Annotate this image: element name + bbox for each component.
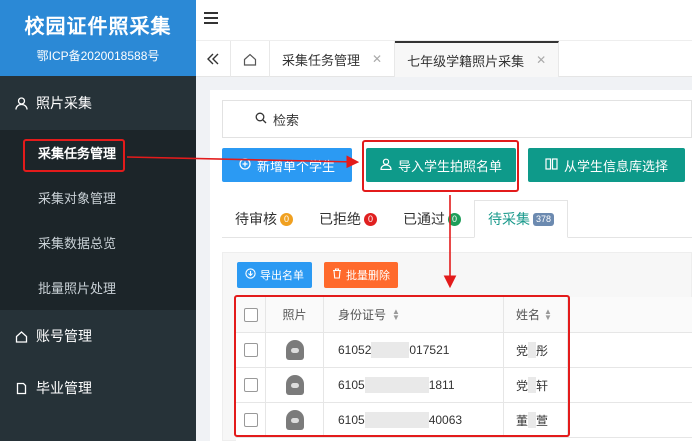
sidebar: 校园证件照采集 鄂ICP备2020018588号 照片采集 采集任务管理 采集对… bbox=[0, 0, 196, 441]
select-from-db-label: 从学生信息库选择 bbox=[563, 158, 668, 174]
status-tab-label: 待采集 bbox=[488, 211, 530, 227]
nav-group-graduate-label: 毕业管理 bbox=[36, 380, 92, 396]
sidebar-item-label: 批量照片处理 bbox=[38, 281, 117, 296]
status-badge: 0 bbox=[280, 212, 293, 226]
tab-scroll-left-icon[interactable] bbox=[196, 41, 231, 77]
tab-to-collect[interactable]: 待采集 378 bbox=[474, 200, 569, 238]
add-student-button[interactable]: 新增单个学生 bbox=[222, 148, 352, 182]
status-badge: 0 bbox=[364, 212, 377, 226]
batch-delete-label: 批量删除 bbox=[346, 270, 390, 282]
tab-task-manage[interactable]: 采集任务管理 ✕ bbox=[270, 41, 396, 77]
close-icon[interactable]: ✕ bbox=[372, 52, 382, 66]
columns-icon bbox=[545, 157, 558, 173]
sidebar-item-data-overview[interactable]: 采集数据总览 bbox=[0, 220, 196, 265]
nav-group-photo-label: 照片采集 bbox=[36, 95, 92, 111]
highlight-box-import bbox=[362, 140, 519, 192]
status-tab-label: 待审核 bbox=[235, 211, 277, 227]
search-bar[interactable]: 检索 bbox=[222, 100, 692, 138]
tab-home-icon[interactable] bbox=[231, 41, 270, 77]
trash-icon bbox=[332, 268, 342, 282]
nav-group-graduate[interactable]: 毕业管理 bbox=[0, 362, 196, 414]
status-tab-label: 已通过 bbox=[403, 211, 445, 227]
tab-label: 七年级学籍照片采集 bbox=[407, 53, 525, 69]
sidebar-item-label: 采集对象管理 bbox=[38, 191, 117, 206]
user-icon bbox=[14, 96, 28, 110]
nav-group-account-label: 账号管理 bbox=[36, 328, 92, 344]
sidebar-item-batch-photo[interactable]: 批量照片处理 bbox=[0, 265, 196, 310]
download-icon bbox=[245, 268, 256, 282]
status-badge: 378 bbox=[533, 212, 555, 226]
nav-group-photo[interactable]: 照片采集 bbox=[0, 76, 196, 130]
status-tabs: 待审核 0 已拒绝 0 已通过 0 待采集 378 bbox=[222, 200, 692, 238]
tab-bar: 采集任务管理 ✕ 七年级学籍照片采集 ✕ bbox=[196, 40, 692, 77]
add-student-label: 新增单个学生 bbox=[256, 158, 335, 174]
tab-pending-review[interactable]: 待审核 0 bbox=[222, 200, 306, 238]
search-icon bbox=[255, 112, 267, 127]
document-icon bbox=[14, 381, 28, 395]
highlight-box-sidebar bbox=[23, 139, 125, 172]
tab-rejected[interactable]: 已拒绝 0 bbox=[306, 200, 390, 238]
plus-circle-icon bbox=[239, 157, 251, 173]
brand: 校园证件照采集 鄂ICP备2020018588号 bbox=[0, 0, 196, 76]
status-badge: 0 bbox=[448, 212, 461, 226]
brand-icp: 鄂ICP备2020018588号 bbox=[36, 49, 160, 63]
status-tab-label: 已拒绝 bbox=[319, 211, 361, 227]
tab-label: 采集任务管理 bbox=[282, 52, 361, 68]
sidebar-item-label: 采集数据总览 bbox=[38, 236, 117, 251]
tab-approved[interactable]: 已通过 0 bbox=[390, 200, 474, 238]
home-icon bbox=[14, 329, 28, 343]
sidebar-item-subject-manage[interactable]: 采集对象管理 bbox=[0, 175, 196, 220]
export-label: 导出名单 bbox=[260, 270, 304, 282]
topbar bbox=[196, 0, 692, 40]
search-placeholder: 检索 bbox=[273, 112, 300, 128]
batch-delete-button[interactable]: 批量删除 bbox=[324, 262, 398, 288]
tab-grade7-photo[interactable]: 七年级学籍照片采集 ✕ bbox=[395, 41, 560, 77]
menu-toggle-icon[interactable] bbox=[204, 12, 218, 24]
nav-group-account[interactable]: 账号管理 bbox=[0, 310, 196, 362]
brand-title: 校园证件照采集 bbox=[24, 16, 172, 38]
close-icon[interactable]: ✕ bbox=[536, 53, 546, 67]
highlight-box-table bbox=[234, 295, 570, 437]
select-from-db-button[interactable]: 从学生信息库选择 bbox=[528, 148, 685, 182]
export-list-button[interactable]: 导出名单 bbox=[237, 262, 312, 288]
